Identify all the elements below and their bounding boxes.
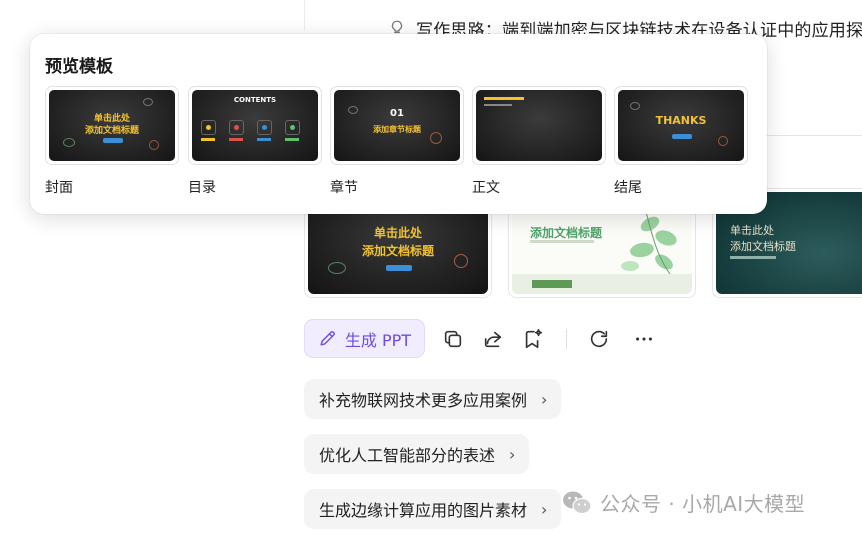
thumb-title-line1: 单击此处 — [730, 224, 774, 237]
template-ending-label: 结尾 — [614, 180, 642, 196]
generate-ppt-label: 生成 PPT — [344, 330, 412, 350]
template-cover-frame[interactable]: 单击此处 添加文档标题 — [45, 86, 179, 165]
ending-title: THANKS — [655, 114, 707, 127]
template-preview-popover: 预览模板 单击此处 添加文档标题 封面 CONTENTS 目录 01 添加章节标… — [30, 34, 767, 214]
body-slide-preview — [476, 90, 602, 161]
contents-item — [285, 120, 300, 135]
template-cover-label: 封面 — [45, 180, 73, 196]
chevron-right-icon: › — [541, 389, 548, 409]
template-body-frame[interactable] — [472, 86, 606, 165]
template-contents-frame[interactable]: CONTENTS — [188, 86, 322, 165]
contents-item — [229, 120, 244, 135]
generate-ppt-button[interactable]: 生成 PPT — [304, 319, 425, 358]
template-contents-label: 目录 — [188, 180, 216, 196]
ending-slide-preview: THANKS — [618, 90, 744, 161]
share-icon — [484, 331, 502, 348]
contents-item-text — [201, 138, 215, 141]
divider — [765, 135, 862, 136]
thumb-subtitle-bar — [730, 256, 776, 259]
popover-title: 预览模板 — [45, 57, 113, 77]
doodle — [328, 262, 346, 274]
leaves-illustration — [621, 211, 677, 275]
body-title-bar — [484, 97, 524, 100]
suggestion-label: 补充物联网技术更多应用案例 — [319, 391, 528, 410]
suggestion-chip[interactable]: 生成边缘计算应用的图片素材 › — [304, 489, 562, 529]
doodle — [454, 254, 468, 268]
thumb-badge — [386, 265, 412, 271]
contents-item-text — [229, 138, 243, 141]
suggestion-chip[interactable]: 补充物联网技术更多应用案例 › — [304, 379, 562, 419]
template-section-frame[interactable]: 01 添加章节标题 — [330, 86, 464, 165]
template-cover[interactable]: 单击此处 添加文档标题 封面 — [45, 86, 179, 197]
template-body[interactable]: 正文 — [472, 86, 606, 197]
copy-button[interactable] — [442, 328, 464, 350]
wechat-icon — [563, 491, 592, 514]
chevron-right-icon: › — [509, 444, 516, 464]
cover-title-line2: 添加文档标题 — [84, 126, 139, 136]
refresh-icon — [590, 330, 608, 348]
bookmark-button[interactable] — [522, 328, 544, 350]
section-slide-preview: 01 添加章节标题 — [334, 90, 460, 161]
doodle — [348, 106, 358, 114]
contents-heading: CONTENTS — [233, 96, 277, 104]
watermark: 公众号 · 小机AI大模型 — [562, 488, 805, 517]
body-text-bar — [484, 104, 512, 106]
chevron-right-icon: › — [541, 499, 548, 519]
watermark-text: 公众号 · 小机AI大模型 — [600, 492, 806, 516]
doodle — [63, 138, 75, 147]
template-contents[interactable]: CONTENTS 目录 — [188, 86, 322, 197]
cover-badge — [103, 138, 123, 143]
doodle — [149, 140, 159, 150]
section-title: 添加章节标题 — [373, 125, 421, 134]
more-button[interactable] — [633, 328, 655, 350]
template-section-label: 章节 — [330, 180, 358, 196]
regenerate-button[interactable] — [588, 328, 610, 350]
thumb-title: 添加文档标题 — [530, 226, 603, 240]
thumb-title-line2: 添加文档标题 — [730, 240, 796, 253]
ending-badge — [672, 134, 692, 139]
more-icon — [636, 337, 652, 341]
thumb-subtitle-bar — [530, 240, 594, 243]
suggestion-label: 生成边缘计算应用的图片素材 — [319, 501, 528, 520]
template-body-label: 正文 — [472, 180, 500, 196]
suggestion-label: 优化人工智能部分的表述 — [319, 446, 496, 465]
contents-item-text — [257, 138, 271, 141]
panel-divider — [304, 0, 305, 30]
thumb-title-line1: 单击此处 — [373, 226, 422, 240]
cover-slide-preview: 单击此处 添加文档标题 — [49, 90, 175, 161]
thumb-footer-badge — [532, 280, 572, 288]
doodle — [430, 132, 442, 144]
template-ending-frame[interactable]: THANKS — [614, 86, 748, 165]
pencil-icon — [320, 331, 335, 346]
copy-icon — [444, 330, 462, 348]
bookmark-sparkle-icon — [525, 329, 543, 349]
contents-item — [201, 120, 216, 135]
share-button[interactable] — [482, 328, 504, 350]
doodle — [630, 102, 640, 110]
contents-item — [257, 120, 272, 135]
toolbar-separator — [566, 329, 567, 349]
contents-item-text — [285, 138, 299, 141]
doodle — [143, 98, 153, 106]
template-ending[interactable]: THANKS 结尾 — [614, 86, 748, 197]
contents-slide-preview: CONTENTS — [192, 90, 318, 161]
suggestion-chip[interactable]: 优化人工智能部分的表述 › — [304, 434, 530, 474]
doodle — [718, 136, 728, 146]
template-section[interactable]: 01 添加章节标题 章节 — [330, 86, 464, 197]
